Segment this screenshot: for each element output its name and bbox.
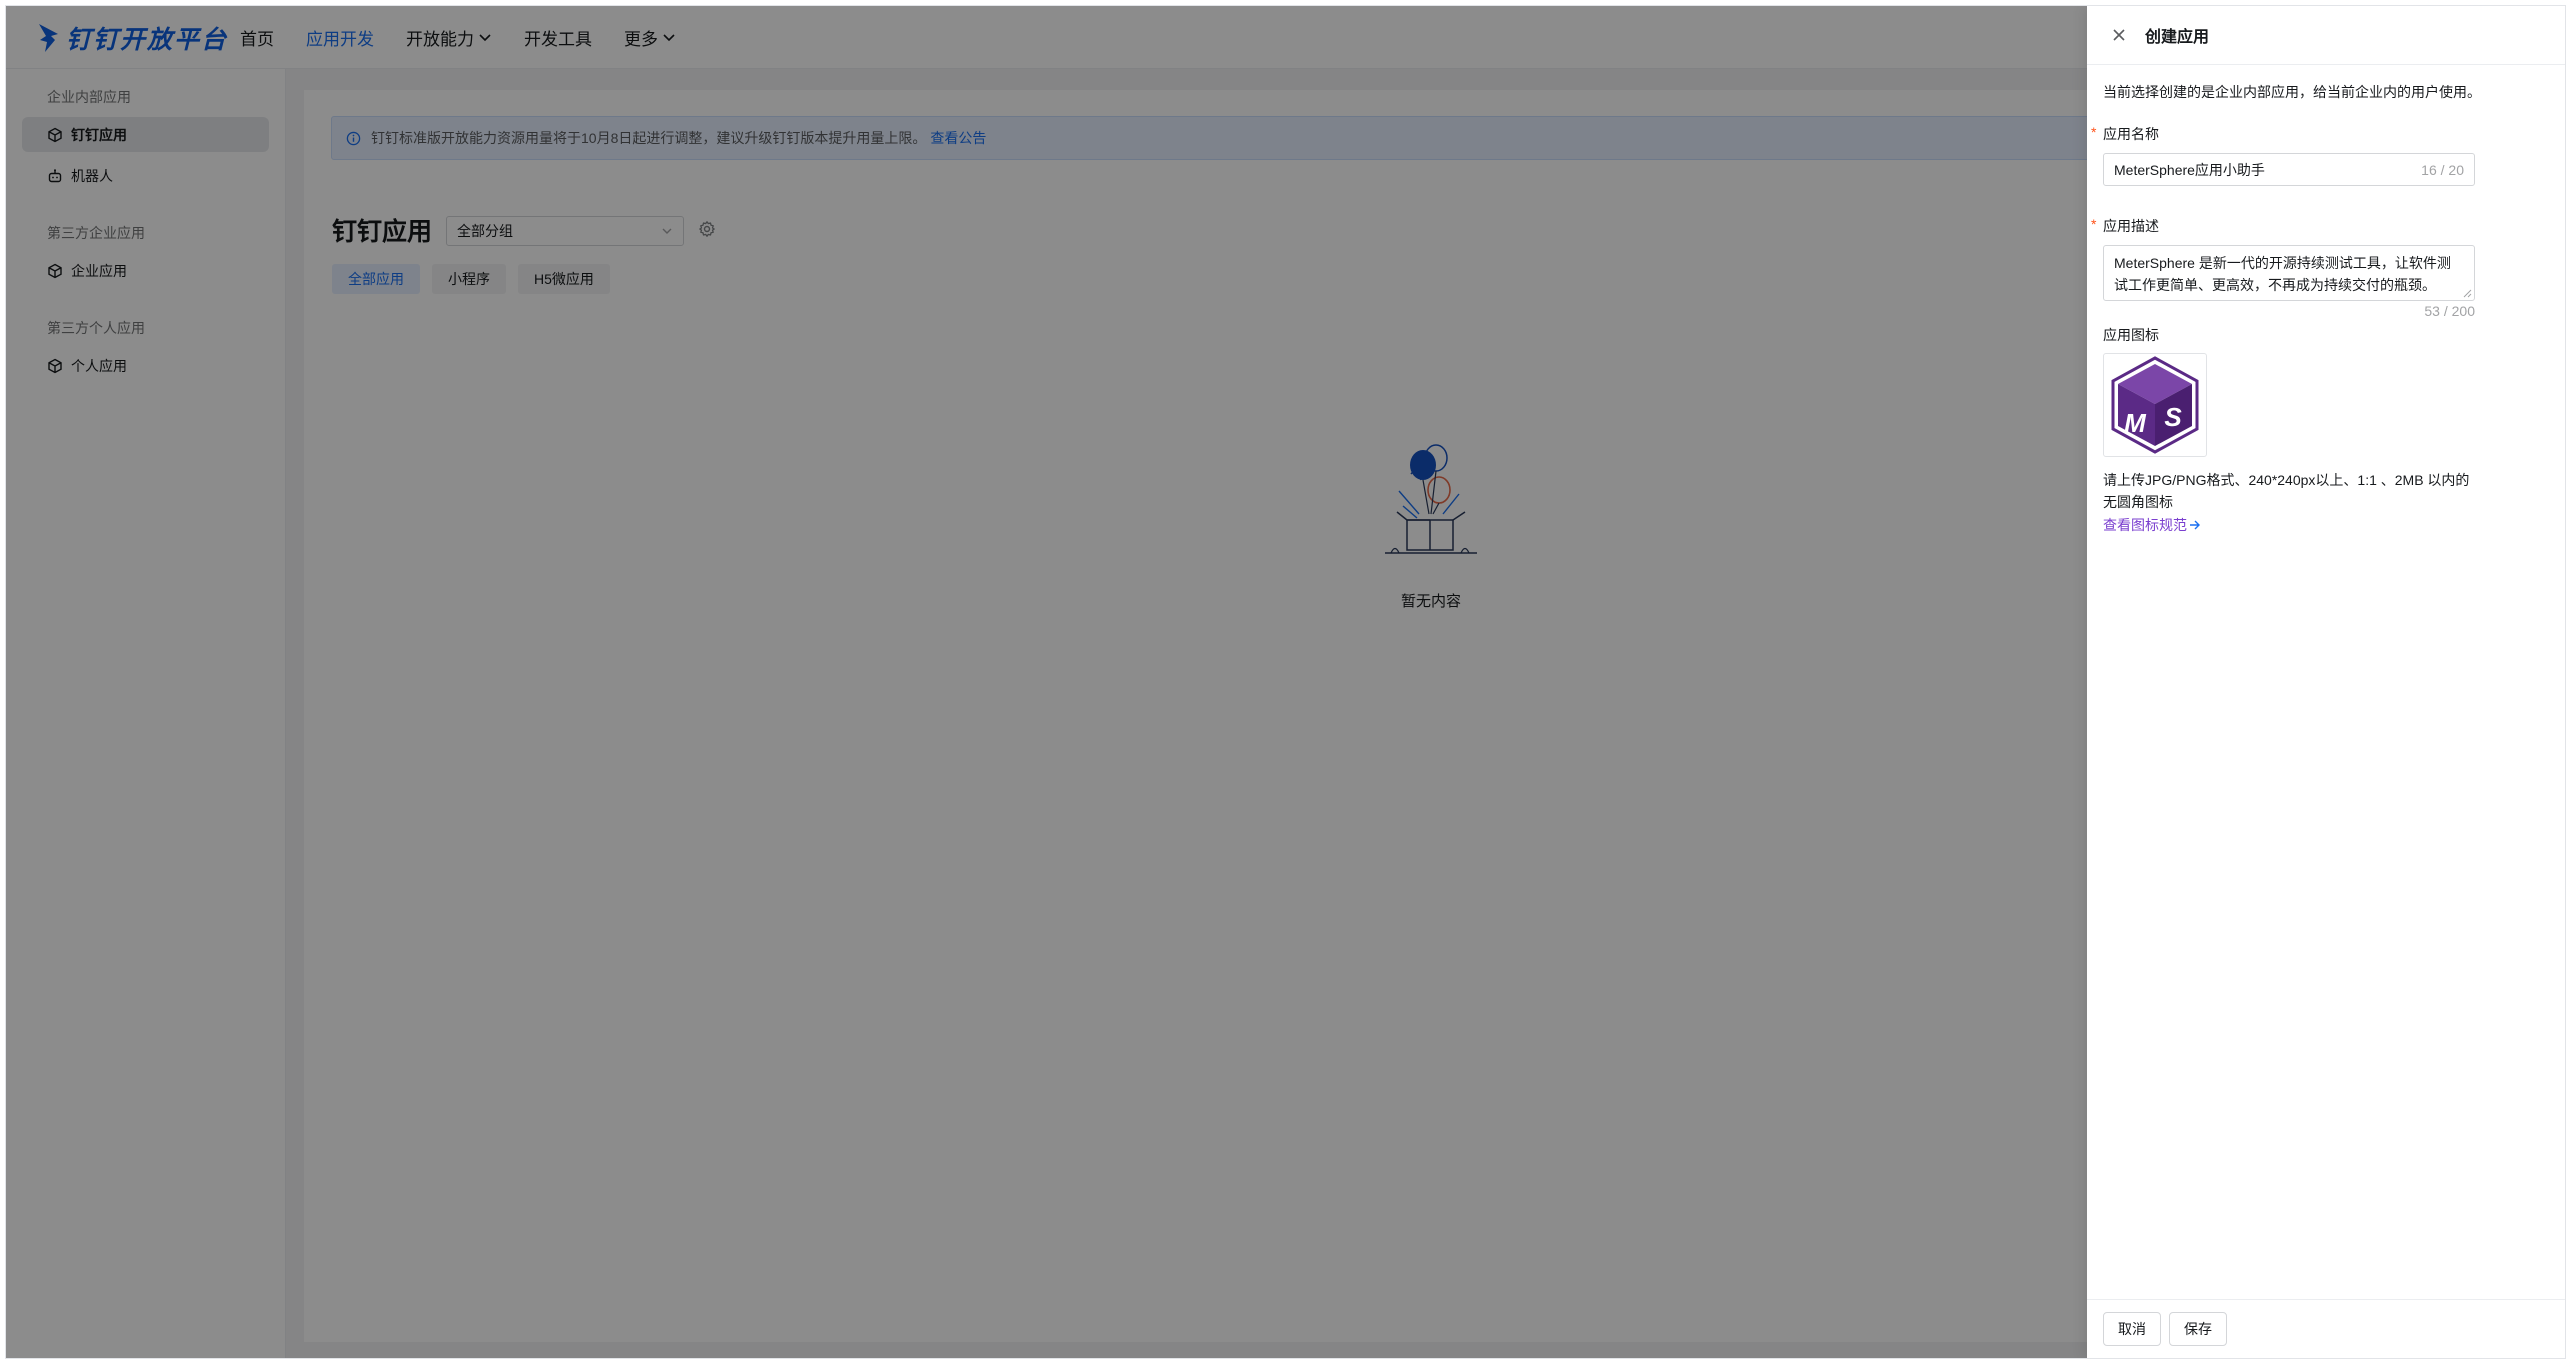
ms-letter-s: S	[2164, 402, 2182, 432]
app-name-label: * 应用名称	[2091, 124, 2549, 144]
app-name-input[interactable]: MeterSphere应用小助手 16 / 20	[2103, 153, 2475, 186]
app-name-label-text: 应用名称	[2103, 126, 2159, 142]
drawer-body: 当前选择创建的是企业内部应用，给当前企业内的用户使用。 * 应用名称 Meter…	[2091, 64, 2549, 535]
app-desc-label: * 应用描述	[2091, 216, 2549, 236]
arrow-right-icon	[2190, 520, 2200, 530]
drawer-footer: 取消 保存	[2087, 1299, 2565, 1358]
upload-hint: 请上传JPG/PNG格式、240*240px以上、1:1 、2MB 以内的无圆角…	[2103, 472, 2470, 510]
app-name-counter: 16 / 20	[2421, 161, 2464, 178]
drawer-hint: 当前选择创建的是企业内部应用，给当前企业内的用户使用。	[2103, 84, 2481, 100]
app-desc-counter: 53 / 200	[2424, 303, 2475, 319]
app-desc-value: MeterSphere 是新一代的开源持续测试工具，让软件测试工作更简单、更高效…	[2114, 255, 2451, 293]
cancel-button[interactable]: 取消	[2103, 1312, 2161, 1346]
app-desc-textarea[interactable]: MeterSphere 是新一代的开源持续测试工具，让软件测试工作更简单、更高效…	[2103, 245, 2475, 301]
required-mark: *	[2091, 216, 2097, 232]
create-app-drawer: 创建应用 当前选择创建的是企业内部应用，给当前企业内的用户使用。 * 应用名称 …	[2087, 6, 2565, 1358]
icon-spec-link-label: 查看图标规范	[2103, 517, 2187, 533]
required-mark: *	[2091, 124, 2097, 140]
close-icon[interactable]	[2109, 25, 2129, 45]
drawer-header: 创建应用	[2087, 6, 2565, 65]
app-desc-label-text: 应用描述	[2103, 218, 2159, 234]
resize-grip-icon[interactable]	[2462, 288, 2472, 298]
ms-letter-m: M	[2124, 408, 2147, 438]
icon-spec-link[interactable]: 查看图标规范	[2103, 515, 2201, 535]
app-icon-label: 应用图标	[2103, 327, 2159, 343]
app-name-value: MeterSphere应用小助手	[2114, 161, 2265, 178]
metersphere-logo-icon: M S	[2111, 356, 2199, 454]
app-icon-upload[interactable]: M S	[2103, 353, 2207, 457]
app-window: 钉钉开放平台 首页 应用开发 开放能力 开发工具 更多 企业内部应用 钉钉应用 …	[6, 6, 2565, 1358]
save-button[interactable]: 保存	[2169, 1312, 2227, 1346]
drawer-title: 创建应用	[2145, 29, 2210, 46]
